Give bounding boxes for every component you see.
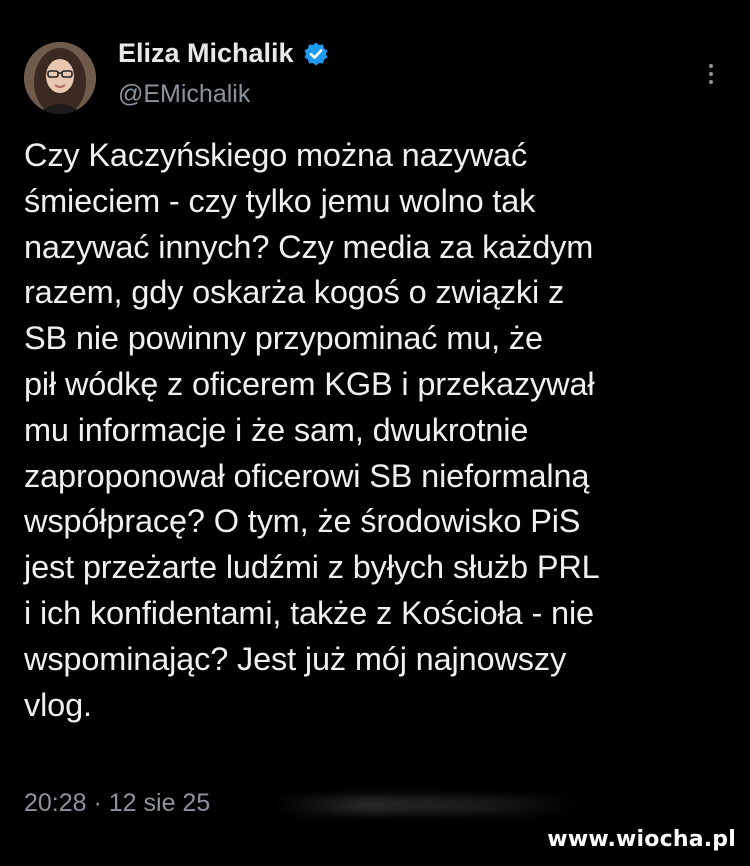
avatar-photo [24,42,96,114]
tweet-line: razem, gdy oskarża kogoś o związki z [24,274,565,311]
tweet-line: SB nie powinny przypominać mu, że [24,320,543,357]
tweet-line: śmieciem - czy tylko jemu wolno tak [24,182,536,219]
tweet-line: wspominając? Jest już mój najnowszy [24,640,567,677]
tweet-line: Czy Kaczyńskiego można nazywać [24,137,528,173]
tweet-line: mu informacje i że sam, dwukrotnie [24,411,529,448]
tweet-text: Czy Kaczyńskiego można nazywać śmieciem … [24,133,730,728]
tweet-line: pił wódkę z oficerem KGB i przekazywał [24,365,595,402]
tweet-timestamp[interactable]: 20:28 · 12 sie 25 [24,789,210,818]
author-name[interactable]: Eliza Michalik [118,38,294,69]
blurred-region [275,796,575,814]
tweet-line: vlog. [24,686,92,723]
tweet-line: i ich konfidentami, także z Kościoła - n… [24,594,594,631]
tweet-line: jest przeżarte ludźmi z byłych służb PRL [24,549,600,586]
verified-badge-icon [303,41,329,67]
tweet-line: nazywać innych? Czy media za każdym [24,228,594,265]
more-vertical-icon[interactable] [704,60,718,88]
author-handle[interactable]: @EMichalik [118,80,250,109]
author-name-row[interactable]: Eliza Michalik [118,38,329,69]
tweet-line: współpracę? O tym, że środowisko PiS [24,503,581,540]
watermark: www.wiocha.pl [547,827,736,852]
tweet-line: zaproponował oficerowi SB nieformalną [24,457,590,494]
avatar[interactable] [24,42,96,114]
